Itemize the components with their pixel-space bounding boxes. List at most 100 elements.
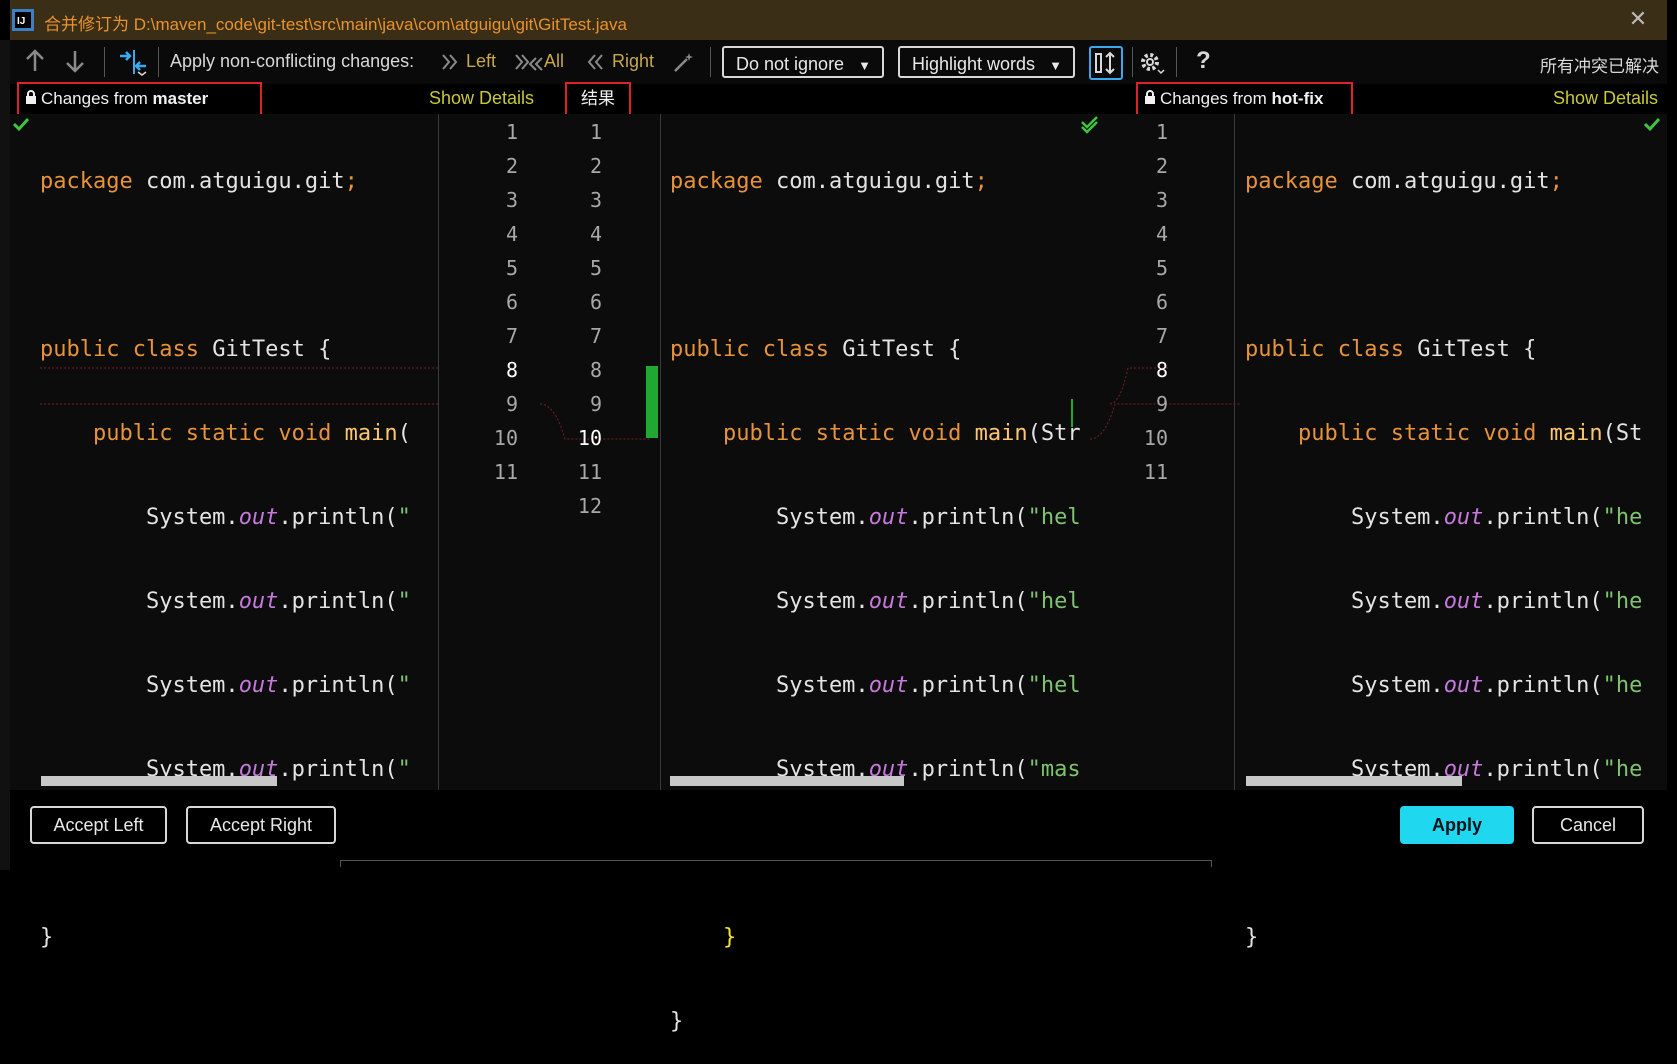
highlight-mode-select[interactable]: Highlight words ▼ [898, 46, 1075, 78]
close-icon[interactable]: ✕ [1626, 6, 1650, 32]
code-line: public static void main(Str [722, 421, 1081, 446]
left-header-prefix: Changes from [41, 89, 153, 108]
result-code: package com.atguigu.git; public class Gi… [670, 115, 1082, 1064]
code-line: } [40, 925, 54, 950]
line-number: 3 [589, 188, 602, 212]
line-number: 7 [1155, 324, 1168, 348]
code-line: public static void main(St [1297, 421, 1643, 446]
merge-icon[interactable] [118, 48, 148, 81]
line-number: 9 [589, 392, 602, 416]
intellij-app-icon: IJ [12, 9, 34, 31]
code-line: System.out.println("hel [670, 589, 1081, 614]
code-line: System.out.println(" [40, 505, 411, 530]
line-number: 4 [1155, 222, 1168, 246]
toolbar-separator [104, 47, 105, 77]
right-line-numbers: 1 2 3 4 5 6 7 8 9 10 11 [1130, 115, 1168, 489]
help-icon[interactable]: ? [1196, 47, 1211, 75]
arrow-down-icon[interactable] [64, 48, 86, 79]
apply-all-icon[interactable] [514, 52, 544, 77]
code-line: public static void main( [92, 421, 411, 446]
code-line: package com.atguigu.git; [670, 169, 988, 194]
line-number: 1 [1155, 120, 1168, 144]
code-line: System.out.println(" [40, 673, 411, 698]
line-number: 4 [505, 222, 518, 246]
toolbar-separator [158, 47, 159, 77]
code-line: public class GitTest { [40, 337, 332, 362]
code-line: public class GitTest { [670, 337, 962, 362]
apply-all-label[interactable]: All [544, 51, 564, 72]
code-line: System.out.println("he [1245, 589, 1643, 614]
line-number: 11 [493, 460, 518, 484]
sync-scroll-toggle[interactable] [1089, 46, 1123, 80]
code-line: } [1245, 925, 1259, 950]
code-line: System.out.println(" [40, 589, 411, 614]
line-number: 10 [577, 426, 602, 450]
line-number: 9 [505, 392, 518, 416]
arrow-up-icon[interactable] [24, 48, 46, 79]
code-line: System.out.println("hel [670, 673, 1081, 698]
left-edge-strip [0, 40, 10, 870]
left-show-details-link[interactable]: Show Details [429, 88, 534, 109]
gear-icon[interactable] [1138, 50, 1166, 81]
right-header-prefix: Changes from [1160, 89, 1272, 108]
line-number: 5 [1155, 256, 1168, 280]
magic-wand-icon[interactable] [672, 50, 696, 79]
toolbar-separator [1176, 47, 1177, 77]
apply-right-icon[interactable] [586, 52, 606, 77]
line-number: 6 [505, 290, 518, 314]
code-line: } [670, 1009, 684, 1034]
line-number: 9 [1155, 392, 1168, 416]
apply-right-label[interactable]: Right [612, 51, 654, 72]
accept-left-button[interactable]: Accept Left [30, 806, 167, 844]
line-number: 2 [1155, 154, 1168, 178]
code-line: System.out.println("hel [670, 505, 1081, 530]
left-pane-header: Changes from master [17, 82, 262, 116]
lock-icon [1145, 90, 1155, 104]
code-line: System.out.println("he [1245, 505, 1643, 530]
ignore-whitespace-select[interactable]: Do not ignore ▼ [722, 46, 884, 78]
line-number: 4 [589, 222, 602, 246]
line-number: 7 [505, 324, 518, 348]
left-line-numbers: 1 2 3 4 5 6 7 8 9 10 11 [480, 115, 518, 489]
apply-non-conflicting-label: Apply non-conflicting changes: [170, 51, 415, 71]
chevron-down-icon: ▼ [1049, 58, 1062, 73]
chevron-down-icon: ▼ [858, 58, 871, 73]
line-number: 1 [505, 120, 518, 144]
toolbar-separator [1132, 47, 1133, 77]
result-horizontal-scrollbar[interactable] [670, 776, 904, 786]
left-horizontal-scrollbar[interactable] [41, 776, 277, 786]
line-number: 8 [1155, 358, 1168, 382]
apply-left-label[interactable]: Left [466, 51, 496, 72]
line-number: 6 [1155, 290, 1168, 314]
background-window-edge [340, 860, 1212, 867]
line-number: 3 [1155, 188, 1168, 212]
added-lines-marker [646, 366, 658, 438]
apply-left-icon[interactable] [441, 52, 459, 77]
line-number: 8 [589, 358, 602, 382]
right-horizontal-scrollbar[interactable] [1246, 776, 1462, 786]
line-number: 1 [589, 120, 602, 144]
window-title: 合并修订为 D:\maven_code\git-test\src\main\ja… [44, 15, 627, 34]
line-number: 10 [493, 426, 518, 450]
ignore-select-value: Do not ignore [736, 54, 845, 74]
lock-icon [26, 90, 36, 104]
apply-button[interactable]: Apply [1400, 806, 1514, 844]
highlight-select-value: Highlight words [912, 54, 1036, 74]
line-number: 11 [577, 460, 602, 484]
line-number: 12 [577, 494, 602, 518]
line-number: 10 [1143, 426, 1168, 450]
right-show-details-link[interactable]: Show Details [1553, 88, 1658, 109]
cancel-button[interactable]: Cancel [1532, 806, 1644, 844]
line-number: 5 [505, 256, 518, 280]
svg-text:IJ: IJ [17, 16, 25, 27]
right-branch-name: hot-fix [1271, 89, 1324, 108]
line-number: 11 [1143, 460, 1168, 484]
line-number: 2 [505, 154, 518, 178]
line-number: 2 [589, 154, 602, 178]
result-pane-header: 结果 [565, 82, 631, 116]
toolbar-separator [710, 47, 711, 77]
accept-right-button[interactable]: Accept Right [186, 806, 336, 844]
